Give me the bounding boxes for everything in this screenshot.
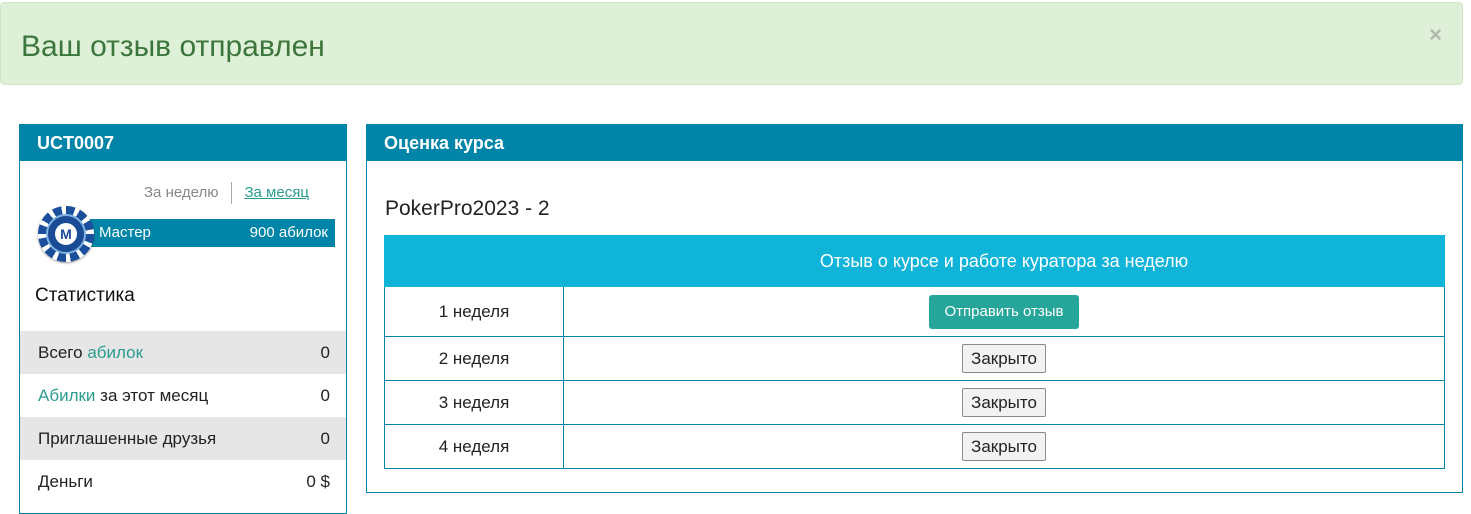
table-row: 3 неделя Закрыто <box>384 380 1445 425</box>
send-review-button[interactable]: Отправить отзыв <box>929 294 1079 329</box>
profile-username: UCT0007 <box>20 125 346 161</box>
rank-points: 900 абилок <box>249 224 328 241</box>
close-icon[interactable]: × <box>1429 23 1442 47</box>
stat-row-month: Абилки за этот месяц 0 <box>20 374 346 417</box>
header-review: Отзыв о курсе и работе куратора за недел… <box>563 235 1445 287</box>
week-action: Закрыто <box>563 336 1445 381</box>
week-action: Отправить отзыв <box>563 286 1445 337</box>
alert-message: Ваш отзыв отправлен <box>21 30 325 63</box>
week-action: Закрыто <box>563 380 1445 425</box>
abilki-link[interactable]: абилок <box>87 343 143 362</box>
stat-label: Абилки за этот месяц <box>38 385 209 405</box>
weeks-table: Отзыв о курсе и работе куратора за недел… <box>384 235 1445 469</box>
stats-list: Всего абилок 0 Абилки за этот месяц 0 Пр… <box>20 331 346 503</box>
stat-row-total: Всего абилок 0 <box>20 331 346 374</box>
closed-button[interactable]: Закрыто <box>962 388 1046 417</box>
panel-title: Оценка курса <box>367 125 1462 161</box>
tab-month[interactable]: За месяц <box>232 182 308 204</box>
stat-label: Всего абилок <box>38 342 144 362</box>
week-label: 3 неделя <box>384 380 564 425</box>
rank-bar: Мастер 900 абилок <box>62 219 335 247</box>
rank-chip-icon: M <box>38 206 94 262</box>
rank-letter: M <box>55 223 77 245</box>
table-header-row: Отзыв о курсе и работе куратора за недел… <box>384 235 1445 287</box>
abilki-month-link[interactable]: Абилки <box>38 386 95 405</box>
week-label: 4 неделя <box>384 424 564 469</box>
stat-value: 0 <box>320 385 330 405</box>
period-tabs: За неделю За месяц <box>144 182 309 204</box>
table-row: 4 неделя Закрыто <box>384 424 1445 469</box>
stat-value: 0 $ <box>306 471 330 491</box>
closed-button[interactable]: Закрыто <box>962 344 1046 373</box>
stat-row-friends: Приглашенные друзья 0 <box>20 417 346 460</box>
header-week <box>384 235 564 287</box>
closed-button[interactable]: Закрыто <box>962 432 1046 461</box>
week-label: 2 неделя <box>384 336 564 381</box>
stat-value: 0 <box>320 428 330 448</box>
tab-week[interactable]: За неделю <box>144 182 233 204</box>
table-row: 2 неделя Закрыто <box>384 336 1445 381</box>
week-label: 1 неделя <box>384 286 564 337</box>
stat-row-money: Деньги 0 $ <box>20 460 346 503</box>
course-name: PokerPro2023 - 2 <box>385 197 550 220</box>
course-rating-panel: Оценка курса PokerPro2023 - 2 Отзыв о ку… <box>366 124 1463 493</box>
stat-value: 0 <box>320 342 330 362</box>
week-action: Закрыто <box>563 424 1445 469</box>
table-row: 1 неделя Отправить отзыв <box>384 286 1445 337</box>
rank-name: Мастер <box>99 224 151 241</box>
success-alert: Ваш отзыв отправлен × <box>0 2 1463 85</box>
stat-label: Деньги <box>38 471 93 491</box>
stats-title: Статистика <box>35 285 135 306</box>
profile-panel: UCT0007 За неделю За месяц Мастер 900 аб… <box>19 124 347 514</box>
stat-label: Приглашенные друзья <box>38 428 217 448</box>
